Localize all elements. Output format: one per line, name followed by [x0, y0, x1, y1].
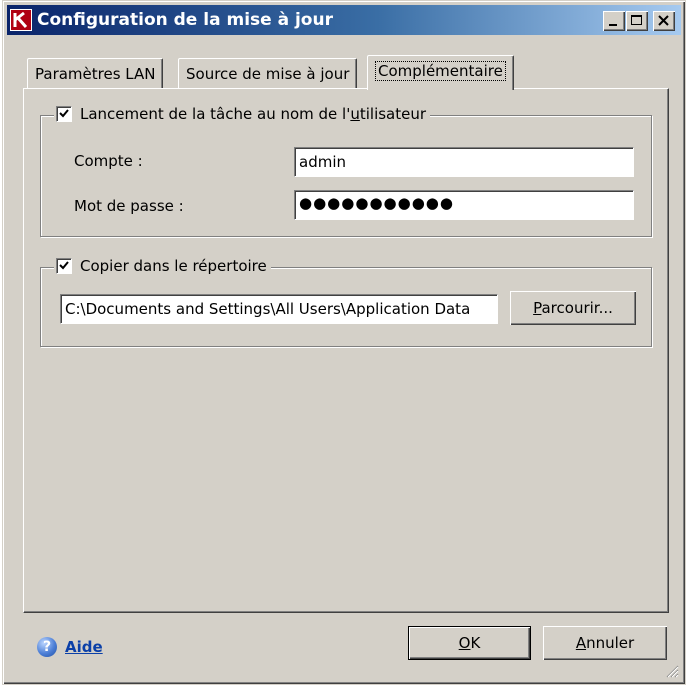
close-button[interactable] — [653, 11, 675, 31]
tab-panel: Lancement de la tâche au nom de l'utilis… — [23, 88, 669, 613]
account-label: Compte : — [74, 152, 143, 170]
maximize-icon — [631, 15, 642, 25]
password-input[interactable]: ●●●●●●●●●●● — [294, 190, 634, 220]
directory-path-input[interactable]: C:\Documents and Settings\All Users\Appl… — [60, 294, 498, 324]
tab-label: Complémentaire — [375, 61, 506, 81]
browse-button[interactable]: Parcourir... — [510, 291, 636, 325]
run-as-user-label[interactable]: Lancement de la tâche au nom de l'utilis… — [80, 105, 426, 123]
copy-dir-legend: Copier dans le répertoire — [54, 257, 271, 275]
tab-complementaire[interactable]: Complémentaire — [367, 55, 514, 90]
resize-grip-icon[interactable] — [665, 664, 679, 678]
minimize-icon — [609, 24, 617, 26]
dialog-window: Configuration de la mise à jour Paramètr… — [2, 0, 686, 685]
minimize-button[interactable] — [603, 11, 625, 31]
title-bar[interactable]: Configuration de la mise à jour — [7, 5, 681, 35]
run-as-user-checkbox[interactable] — [56, 106, 72, 122]
maximize-button[interactable] — [626, 11, 648, 31]
tab-label: Paramètres LAN — [35, 65, 156, 83]
copy-dir-label[interactable]: Copier dans le répertoire — [80, 257, 267, 275]
help-icon: ? — [37, 637, 57, 657]
kaspersky-logo-icon — [10, 9, 32, 31]
window-title: Configuration de la mise à jour — [37, 10, 333, 30]
copy-dir-checkbox[interactable] — [56, 258, 72, 274]
close-icon — [658, 15, 669, 26]
checkmark-icon — [59, 261, 69, 270]
run-as-user-legend: Lancement de la tâche au nom de l'utilis… — [54, 105, 431, 123]
help-link-area[interactable]: ? Aide — [37, 637, 103, 657]
cancel-button[interactable]: Annuler — [543, 626, 667, 660]
checkmark-icon — [59, 109, 69, 118]
password-label: Mot de passe : — [74, 197, 184, 215]
account-input[interactable]: admin — [294, 147, 634, 177]
tab-label: Source de mise à jour — [186, 65, 350, 83]
tab-parametres-lan[interactable]: Paramètres LAN — [27, 58, 164, 88]
ok-button[interactable]: OK — [408, 626, 531, 660]
tab-source-mise-a-jour[interactable]: Source de mise à jour — [178, 58, 358, 88]
help-link[interactable]: Aide — [65, 638, 103, 656]
